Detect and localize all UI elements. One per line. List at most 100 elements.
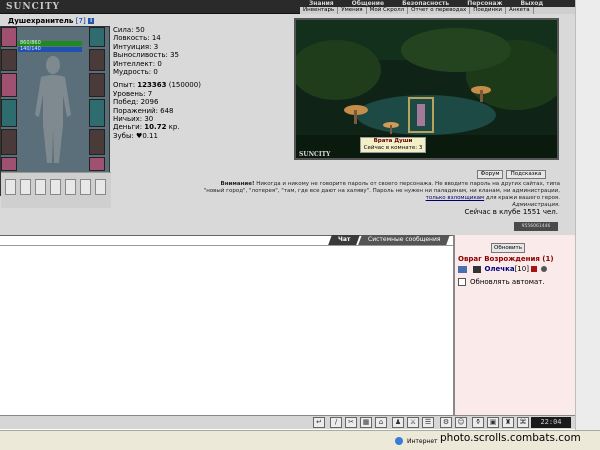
ring-slot[interactable] [1,157,17,171]
tab-chat[interactable]: Чат [328,235,361,245]
sub-menu: Инвентарь Умения Мой Скролл Отчет о пере… [300,7,575,14]
character-panel: Душехранитель [7] i 860/860 140/140 Сила… [0,14,575,235]
user-name[interactable]: Олечка [484,265,514,273]
private-icon[interactable] [458,265,467,273]
mana-bar: 140/140 [18,47,82,52]
auto-refresh-label: Обновлять автомат. [470,278,545,286]
game-clock: 22:04 [531,417,571,428]
bag-icon[interactable]: ▣ [487,417,499,428]
belt-item-7[interactable] [95,179,106,195]
boots-slot[interactable] [89,157,105,171]
stat-intuition: Интуиция: 3 [113,42,159,51]
info-book-icon[interactable]: ⌘ [517,417,529,428]
character-doll: 860/860 140/140 [0,26,111,208]
scroll-icon[interactable]: ☰ [422,417,434,428]
gear-icon[interactable]: ⚙ [440,417,452,428]
gloves-slot[interactable] [89,49,105,71]
logo: SUNCITY [6,2,61,12]
location-name: Врата Души [373,138,413,144]
menu-skills[interactable]: Умения [338,7,367,14]
belt-slot[interactable] [1,129,17,155]
menu-battles[interactable]: Поединки [470,7,506,14]
armor-slot[interactable] [1,73,17,97]
warning-title: Внимание! [220,181,255,187]
warning-link[interactable]: только взломщикам [426,195,485,201]
trash-icon[interactable]: ✂ [345,417,357,428]
save-icon[interactable]: ▦ [360,417,372,428]
menu-exit[interactable]: Выход [511,0,552,7]
enter-icon[interactable]: ↵ [313,417,325,428]
clan-icon [473,265,482,273]
watermark: photo.scrolls.combats.com [440,432,581,444]
weapon-slot[interactable] [1,49,17,71]
stat-intellect: Интеллект: 0 [113,59,162,68]
stat-level: Уровень: 7 [113,89,153,98]
stat-wins: Побед: 2096 [113,98,159,107]
character-figure [35,56,71,163]
shield-slot[interactable] [1,99,17,127]
filter-icon[interactable]: ⌂ [375,417,387,428]
walk-icon[interactable]: ♟ [392,417,404,428]
menu-character[interactable]: Персонаж [458,0,511,7]
stat-draws: Ничьих: 30 [113,115,154,124]
right-scroll-strip[interactable] [575,0,600,450]
belt-item-3[interactable] [35,179,46,195]
stat-wisdom: Мудрость: 0 [113,68,158,77]
warning-text: Никогда и никому не говорите пароль от с… [203,181,560,194]
info-icon[interactable]: i [88,18,95,24]
character-name-text: Душехранитель [8,17,74,25]
sword-icon[interactable]: ⚔ [407,417,419,428]
user-level: [10] [514,265,529,273]
clan-icon-toolbar[interactable]: ♜ [502,417,514,428]
chat-tabs: Чат Системные сообщения [328,235,451,245]
menu-my-scroll[interactable]: Мой Скролл [367,7,409,14]
menu-communication[interactable]: Общение [343,0,393,7]
smile-icon[interactable]: ☺ [455,417,467,428]
exp-label: Опыт: [113,81,138,90]
room-count: Сейчас в комнате: 3 [363,145,423,151]
belt-item-4[interactable] [50,179,61,195]
helmet-slot[interactable] [1,27,17,47]
menu-inventory[interactable]: Инвентарь [300,7,339,14]
refresh-button[interactable]: Обновить [491,243,525,253]
potion-icon[interactable]: ⚱ [472,417,484,428]
stat-losses: Поражений: 648 [113,106,174,115]
belt-item-2[interactable] [20,179,31,195]
user-info-icon[interactable] [531,266,538,272]
menu-knowledge[interactable]: Знания [300,0,343,7]
translit-icon[interactable]: ∕ [330,417,342,428]
tab-system-messages[interactable]: Системные сообщения [358,235,451,245]
stat-strength: Сила: 50 [113,26,145,34]
location-tooltip: Врата Души Сейчас в комнате: 3 [360,137,426,153]
forum-button[interactable]: Форум [477,170,503,179]
visit-counter[interactable]: 9556061446 [514,222,558,231]
earring-slot[interactable] [89,27,105,47]
auto-refresh-checkbox[interactable] [458,278,466,286]
stat-endurance: Выносливость: 35 [113,51,180,60]
exp-next: (150000) [166,81,201,90]
location-scene[interactable] [294,18,559,160]
belt-item-6[interactable] [80,179,91,195]
scene-logo: SUNCITY [299,151,331,158]
hint-button[interactable]: Подсказка [506,170,546,179]
chat-area[interactable] [0,245,453,415]
security-warning: Внимание! Никогда и никому не говорите п… [200,181,560,209]
zone-label: Интернет [407,437,438,445]
belt-item-1[interactable] [5,179,16,195]
tab-system-label: Системные сообщения [368,236,441,243]
stat-agility: Ловкость: 14 [113,34,161,43]
globe-icon [395,437,403,445]
user-status-icon [541,266,548,272]
menu-profile[interactable]: Анкета [506,7,534,14]
menu-security[interactable]: Безопасность [393,0,458,7]
character-name[interactable]: Душехранитель [7] i [8,17,95,25]
pants-slot[interactable] [89,129,105,155]
user-row[interactable]: Олечка[10] [458,265,548,273]
bracers-slot[interactable] [89,73,105,97]
money-value: 10.72 [144,123,167,132]
top-bar: SUNCITY Знания Общение Безопасность Перс… [0,0,575,14]
offhand-slot[interactable] [89,99,105,127]
menu-transfer-report[interactable]: Отчет о переводах [408,7,471,14]
stat-teeth: Зубы: ♥0.11 [113,131,158,140]
belt-item-5[interactable] [65,179,76,195]
